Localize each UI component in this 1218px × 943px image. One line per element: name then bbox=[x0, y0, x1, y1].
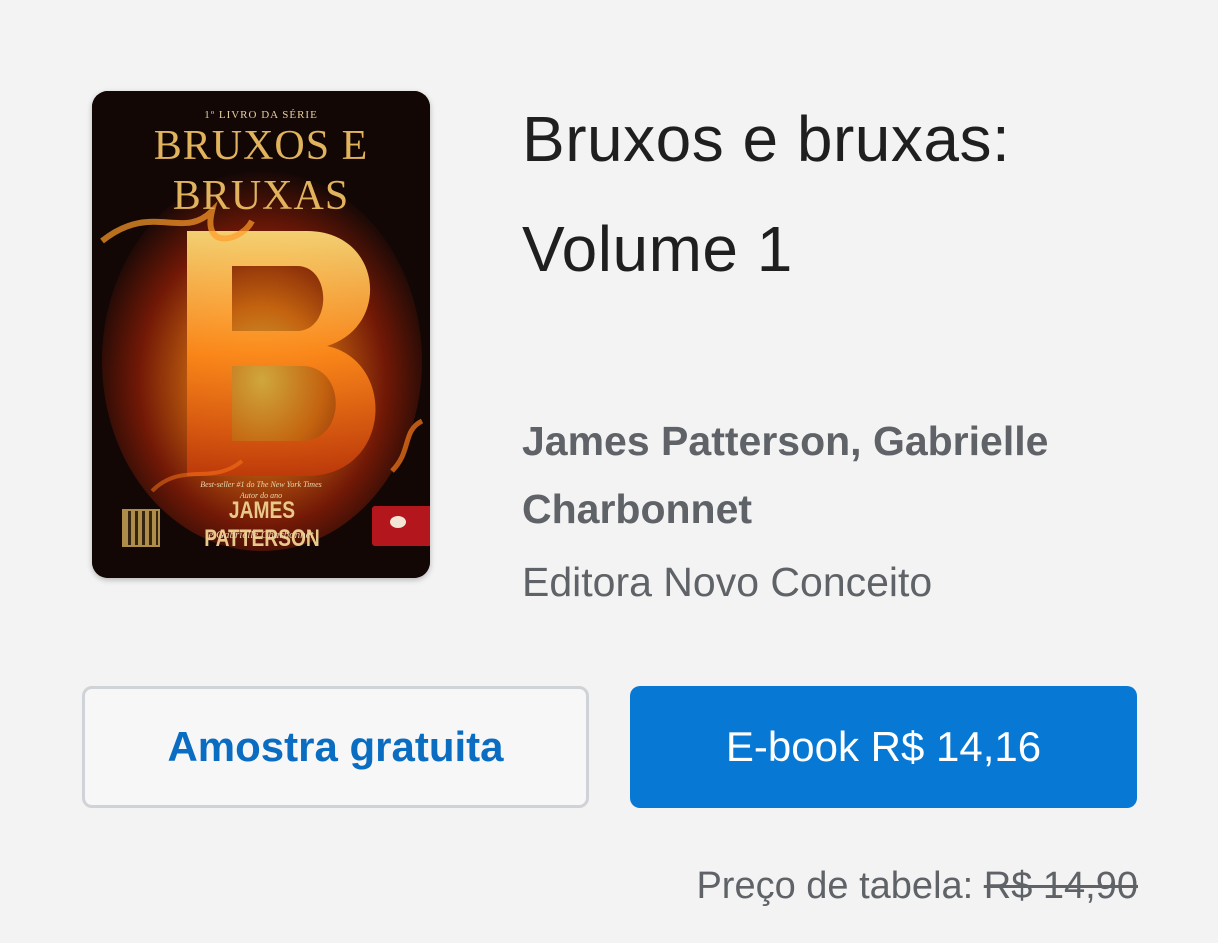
cover-series-label: 1º LIVRO DA SÉRIE bbox=[204, 109, 318, 121]
book-cover-image[interactable]: 1º LIVRO DA SÉRIE BRUXOS E BRUXAS Best-s… bbox=[92, 91, 430, 578]
cover-title-line2: BRUXAS bbox=[172, 173, 350, 219]
cover-blurb-line1: Best-seller #1 do The New York Times bbox=[200, 480, 322, 489]
cover-title-text: BRUXOS E BRUXAS bbox=[92, 121, 430, 221]
book-authors-link[interactable]: James Patterson, Gabrielle Charbonnet bbox=[522, 407, 1142, 543]
list-price-value: R$ 14,90 bbox=[983, 865, 1138, 907]
buy-ebook-button[interactable]: E-book R$ 14,16 bbox=[630, 686, 1137, 808]
buy-ebook-label: E-book R$ 14,16 bbox=[725, 723, 1042, 770]
cover-author: JAMES PATTERSON bbox=[204, 497, 320, 552]
qr-code-icon bbox=[122, 509, 160, 547]
free-sample-button[interactable]: Amostra gratuita bbox=[82, 686, 589, 808]
free-sample-label: Amostra gratuita bbox=[167, 723, 504, 770]
book-title: Bruxos e bruxas: Volume 1 bbox=[522, 103, 1011, 285]
list-price-label: Preço de tabela: bbox=[696, 865, 974, 907]
list-price: Preço de tabela: R$ 14,90 bbox=[696, 858, 1138, 914]
cover-title-line1: BRUXOS E bbox=[153, 123, 369, 169]
publisher-logo-icon bbox=[372, 506, 430, 546]
book-details-card: 1º LIVRO DA SÉRIE BRUXOS E BRUXAS Best-s… bbox=[0, 0, 1218, 943]
book-publisher-link[interactable]: Editora Novo Conceito bbox=[522, 553, 932, 611]
